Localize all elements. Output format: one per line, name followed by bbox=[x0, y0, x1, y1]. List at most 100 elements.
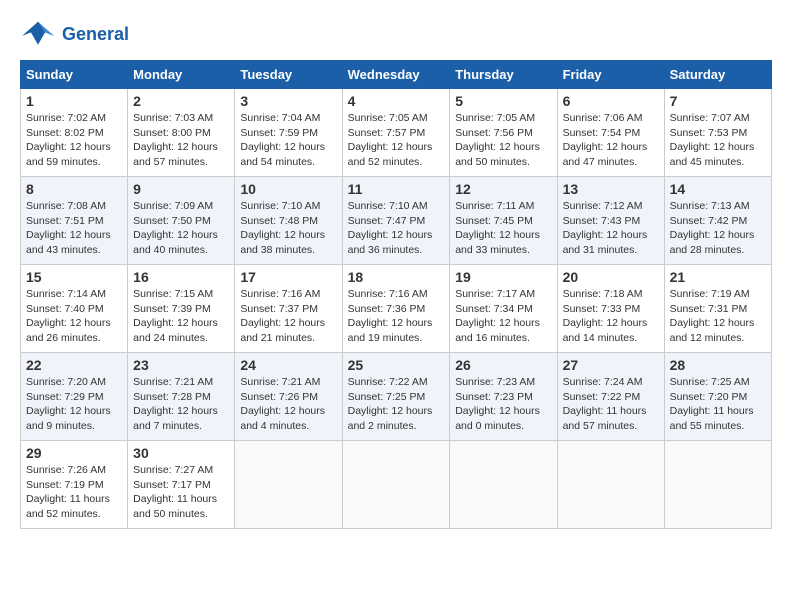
column-header-thursday: Thursday bbox=[450, 61, 557, 89]
day-number: 26 bbox=[455, 357, 551, 373]
calendar-body: 1 Sunrise: 7:02 AMSunset: 8:02 PMDayligh… bbox=[21, 89, 772, 529]
calendar-cell: 20 Sunrise: 7:18 AMSunset: 7:33 PMDaylig… bbox=[557, 265, 664, 353]
calendar-cell: 10 Sunrise: 7:10 AMSunset: 7:48 PMDaylig… bbox=[235, 177, 342, 265]
calendar-cell: 29 Sunrise: 7:26 AMSunset: 7:19 PMDaylig… bbox=[21, 441, 128, 529]
day-info: Sunrise: 7:08 AMSunset: 7:51 PMDaylight:… bbox=[26, 200, 111, 256]
calendar-cell: 8 Sunrise: 7:08 AMSunset: 7:51 PMDayligh… bbox=[21, 177, 128, 265]
calendar-cell: 27 Sunrise: 7:24 AMSunset: 7:22 PMDaylig… bbox=[557, 353, 664, 441]
day-number: 11 bbox=[348, 181, 445, 197]
day-number: 18 bbox=[348, 269, 445, 285]
calendar-week-row: 22 Sunrise: 7:20 AMSunset: 7:29 PMDaylig… bbox=[21, 353, 772, 441]
column-header-friday: Friday bbox=[557, 61, 664, 89]
day-info: Sunrise: 7:16 AMSunset: 7:36 PMDaylight:… bbox=[348, 288, 433, 344]
day-info: Sunrise: 7:27 AMSunset: 7:17 PMDaylight:… bbox=[133, 464, 217, 520]
day-number: 14 bbox=[670, 181, 766, 197]
day-info: Sunrise: 7:03 AMSunset: 8:00 PMDaylight:… bbox=[133, 112, 218, 168]
calendar-cell: 14 Sunrise: 7:13 AMSunset: 7:42 PMDaylig… bbox=[664, 177, 771, 265]
day-number: 22 bbox=[26, 357, 122, 373]
day-info: Sunrise: 7:22 AMSunset: 7:25 PMDaylight:… bbox=[348, 376, 433, 432]
day-number: 25 bbox=[348, 357, 445, 373]
calendar-cell: 21 Sunrise: 7:19 AMSunset: 7:31 PMDaylig… bbox=[664, 265, 771, 353]
calendar-cell bbox=[450, 441, 557, 529]
day-number: 15 bbox=[26, 269, 122, 285]
day-info: Sunrise: 7:09 AMSunset: 7:50 PMDaylight:… bbox=[133, 200, 218, 256]
calendar-cell: 5 Sunrise: 7:05 AMSunset: 7:56 PMDayligh… bbox=[450, 89, 557, 177]
day-info: Sunrise: 7:16 AMSunset: 7:37 PMDaylight:… bbox=[240, 288, 325, 344]
calendar-header-row: SundayMondayTuesdayWednesdayThursdayFrid… bbox=[21, 61, 772, 89]
day-info: Sunrise: 7:05 AMSunset: 7:57 PMDaylight:… bbox=[348, 112, 433, 168]
calendar-cell: 28 Sunrise: 7:25 AMSunset: 7:20 PMDaylig… bbox=[664, 353, 771, 441]
day-number: 9 bbox=[133, 181, 229, 197]
calendar-cell: 15 Sunrise: 7:14 AMSunset: 7:40 PMDaylig… bbox=[21, 265, 128, 353]
day-number: 29 bbox=[26, 445, 122, 461]
calendar-cell: 1 Sunrise: 7:02 AMSunset: 8:02 PMDayligh… bbox=[21, 89, 128, 177]
logo-icon bbox=[20, 20, 56, 50]
day-number: 30 bbox=[133, 445, 229, 461]
calendar-cell: 2 Sunrise: 7:03 AMSunset: 8:00 PMDayligh… bbox=[128, 89, 235, 177]
day-info: Sunrise: 7:07 AMSunset: 7:53 PMDaylight:… bbox=[670, 112, 755, 168]
calendar-week-row: 1 Sunrise: 7:02 AMSunset: 8:02 PMDayligh… bbox=[21, 89, 772, 177]
calendar-cell: 6 Sunrise: 7:06 AMSunset: 7:54 PMDayligh… bbox=[557, 89, 664, 177]
calendar-cell: 11 Sunrise: 7:10 AMSunset: 7:47 PMDaylig… bbox=[342, 177, 450, 265]
day-info: Sunrise: 7:13 AMSunset: 7:42 PMDaylight:… bbox=[670, 200, 755, 256]
day-number: 7 bbox=[670, 93, 766, 109]
calendar-cell: 16 Sunrise: 7:15 AMSunset: 7:39 PMDaylig… bbox=[128, 265, 235, 353]
calendar-cell: 17 Sunrise: 7:16 AMSunset: 7:37 PMDaylig… bbox=[235, 265, 342, 353]
day-info: Sunrise: 7:21 AMSunset: 7:28 PMDaylight:… bbox=[133, 376, 218, 432]
calendar-cell: 13 Sunrise: 7:12 AMSunset: 7:43 PMDaylig… bbox=[557, 177, 664, 265]
day-number: 19 bbox=[455, 269, 551, 285]
calendar-cell: 25 Sunrise: 7:22 AMSunset: 7:25 PMDaylig… bbox=[342, 353, 450, 441]
day-info: Sunrise: 7:10 AMSunset: 7:48 PMDaylight:… bbox=[240, 200, 325, 256]
day-number: 1 bbox=[26, 93, 122, 109]
column-header-saturday: Saturday bbox=[664, 61, 771, 89]
calendar-cell: 3 Sunrise: 7:04 AMSunset: 7:59 PMDayligh… bbox=[235, 89, 342, 177]
calendar-cell bbox=[235, 441, 342, 529]
calendar-cell: 12 Sunrise: 7:11 AMSunset: 7:45 PMDaylig… bbox=[450, 177, 557, 265]
day-number: 16 bbox=[133, 269, 229, 285]
day-info: Sunrise: 7:21 AMSunset: 7:26 PMDaylight:… bbox=[240, 376, 325, 432]
day-number: 27 bbox=[563, 357, 659, 373]
calendar-week-row: 29 Sunrise: 7:26 AMSunset: 7:19 PMDaylig… bbox=[21, 441, 772, 529]
day-info: Sunrise: 7:02 AMSunset: 8:02 PMDaylight:… bbox=[26, 112, 111, 168]
day-number: 8 bbox=[26, 181, 122, 197]
day-info: Sunrise: 7:10 AMSunset: 7:47 PMDaylight:… bbox=[348, 200, 433, 256]
day-number: 17 bbox=[240, 269, 336, 285]
day-info: Sunrise: 7:23 AMSunset: 7:23 PMDaylight:… bbox=[455, 376, 540, 432]
calendar-cell bbox=[342, 441, 450, 529]
calendar-cell bbox=[664, 441, 771, 529]
calendar-cell: 7 Sunrise: 7:07 AMSunset: 7:53 PMDayligh… bbox=[664, 89, 771, 177]
calendar-cell: 24 Sunrise: 7:21 AMSunset: 7:26 PMDaylig… bbox=[235, 353, 342, 441]
day-info: Sunrise: 7:17 AMSunset: 7:34 PMDaylight:… bbox=[455, 288, 540, 344]
calendar-cell: 18 Sunrise: 7:16 AMSunset: 7:36 PMDaylig… bbox=[342, 265, 450, 353]
day-number: 23 bbox=[133, 357, 229, 373]
day-number: 5 bbox=[455, 93, 551, 109]
calendar-cell: 23 Sunrise: 7:21 AMSunset: 7:28 PMDaylig… bbox=[128, 353, 235, 441]
day-number: 3 bbox=[240, 93, 336, 109]
calendar-week-row: 8 Sunrise: 7:08 AMSunset: 7:51 PMDayligh… bbox=[21, 177, 772, 265]
calendar-table: SundayMondayTuesdayWednesdayThursdayFrid… bbox=[20, 60, 772, 529]
day-number: 2 bbox=[133, 93, 229, 109]
day-info: Sunrise: 7:18 AMSunset: 7:33 PMDaylight:… bbox=[563, 288, 648, 344]
day-number: 4 bbox=[348, 93, 445, 109]
day-number: 24 bbox=[240, 357, 336, 373]
calendar-cell: 4 Sunrise: 7:05 AMSunset: 7:57 PMDayligh… bbox=[342, 89, 450, 177]
day-number: 28 bbox=[670, 357, 766, 373]
page-header: General bbox=[20, 20, 772, 50]
calendar-cell: 9 Sunrise: 7:09 AMSunset: 7:50 PMDayligh… bbox=[128, 177, 235, 265]
calendar-cell: 19 Sunrise: 7:17 AMSunset: 7:34 PMDaylig… bbox=[450, 265, 557, 353]
day-number: 20 bbox=[563, 269, 659, 285]
day-info: Sunrise: 7:20 AMSunset: 7:29 PMDaylight:… bbox=[26, 376, 111, 432]
day-number: 12 bbox=[455, 181, 551, 197]
day-info: Sunrise: 7:26 AMSunset: 7:19 PMDaylight:… bbox=[26, 464, 110, 520]
day-info: Sunrise: 7:19 AMSunset: 7:31 PMDaylight:… bbox=[670, 288, 755, 344]
day-number: 13 bbox=[563, 181, 659, 197]
day-info: Sunrise: 7:24 AMSunset: 7:22 PMDaylight:… bbox=[563, 376, 647, 432]
day-info: Sunrise: 7:12 AMSunset: 7:43 PMDaylight:… bbox=[563, 200, 648, 256]
column-header-monday: Monday bbox=[128, 61, 235, 89]
calendar-week-row: 15 Sunrise: 7:14 AMSunset: 7:40 PMDaylig… bbox=[21, 265, 772, 353]
day-info: Sunrise: 7:25 AMSunset: 7:20 PMDaylight:… bbox=[670, 376, 754, 432]
column-header-tuesday: Tuesday bbox=[235, 61, 342, 89]
calendar-cell: 22 Sunrise: 7:20 AMSunset: 7:29 PMDaylig… bbox=[21, 353, 128, 441]
day-info: Sunrise: 7:06 AMSunset: 7:54 PMDaylight:… bbox=[563, 112, 648, 168]
day-info: Sunrise: 7:15 AMSunset: 7:39 PMDaylight:… bbox=[133, 288, 218, 344]
